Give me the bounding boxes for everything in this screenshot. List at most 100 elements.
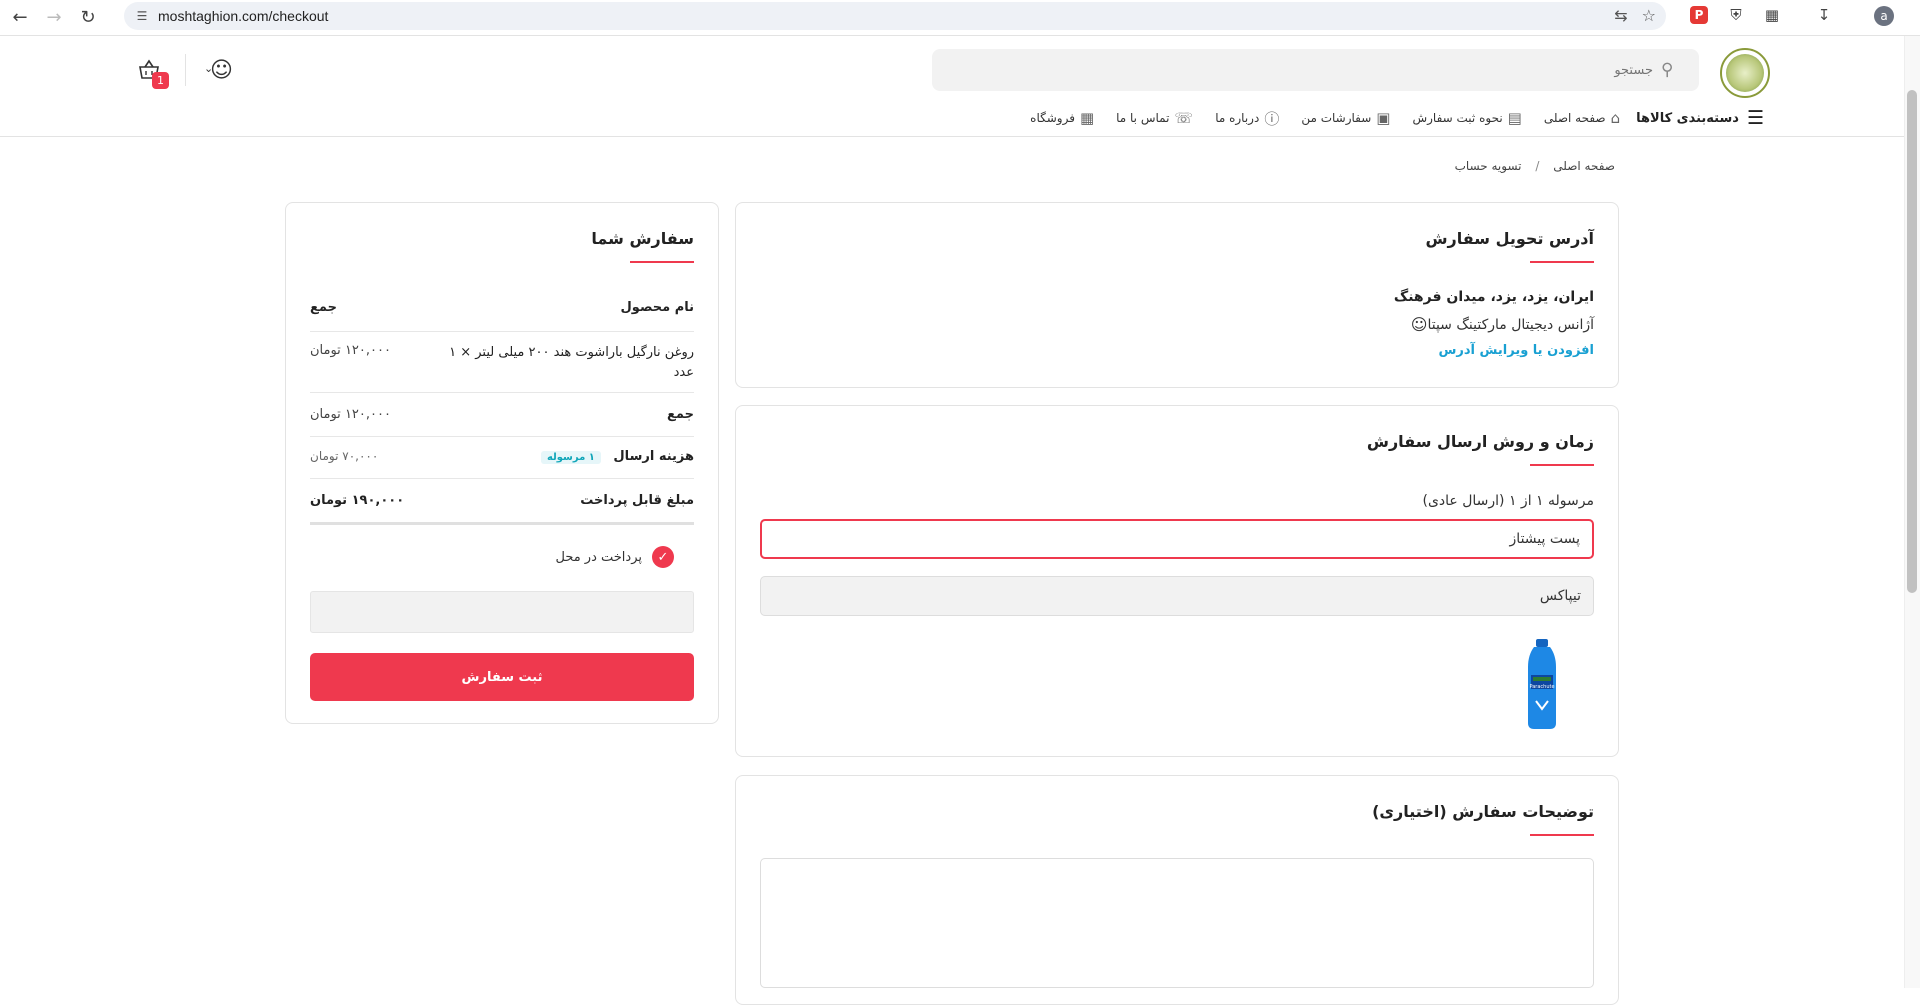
hamburger-icon: ☰: [1746, 107, 1764, 129]
header-divider: [185, 54, 186, 86]
breadcrumb: صفحه اصلی / تسویه حساب: [1455, 159, 1615, 173]
menu-item-contact[interactable]: ☏ تماس با ما: [1116, 109, 1193, 127]
menu-item-label: فروشگاه: [1030, 111, 1075, 125]
shipping-cost-row: هزینه ارسال ۱ مرسوله ۷۰,۰۰۰ تومان: [310, 449, 694, 464]
cart-count-badge: 1: [152, 72, 169, 89]
shipping-cost-label-group: هزینه ارسال ۱ مرسوله: [540, 449, 694, 464]
bookmark-star-icon[interactable]: ☆: [1642, 6, 1656, 25]
recipient-name: آژانس دیجیتال مارکتینگ سپتا: [1427, 316, 1594, 333]
scrollbar-thumb[interactable]: [1907, 90, 1917, 593]
menu-item-label: صفحه اصلی: [1543, 111, 1606, 125]
url-text[interactable]: moshtaghion.com/checkout: [158, 8, 328, 24]
title-underline: [1530, 261, 1594, 263]
shipping-cost-label: هزینه ارسال: [613, 449, 694, 464]
payment-method-label: پرداخت در محل: [555, 549, 642, 565]
home-icon: ⌂: [1610, 109, 1621, 127]
payment-method-option[interactable]: ✓ پرداخت در محل: [555, 546, 674, 568]
payable-value: ۱۹۰,۰۰۰ تومان: [310, 493, 405, 508]
notes-title: توضیحات سفارش (اختیاری): [1372, 802, 1594, 821]
forward-icon[interactable]: →: [40, 4, 68, 32]
shop-icon: ▦: [1079, 109, 1095, 127]
address-title: آدرس تحویل سفارش: [1425, 229, 1594, 248]
subtotal-value: ۱۲۰,۰۰۰ تومان: [310, 407, 391, 422]
address-card: آدرس تحویل سفارش ایران، یزد، یزد، میدان …: [735, 202, 1619, 388]
notes-card: توضیحات سفارش (اختیاری): [735, 775, 1619, 1005]
col-product: نام محصول: [620, 300, 694, 315]
product-name[interactable]: روغن نارگیل باراشوت هند ۲۰۰ میلی لیتر × …: [434, 343, 694, 383]
user-icon[interactable]: ☺: [210, 58, 233, 83]
title-underline: [1530, 834, 1594, 836]
shipping-option-express-post[interactable]: پست پیشتاز: [760, 519, 1594, 559]
info-icon: ⓘ: [1264, 109, 1280, 128]
product-thumbnail: Parachute: [1524, 639, 1560, 729]
extension-red-icon[interactable]: P: [1690, 6, 1708, 24]
breadcrumb-separator: /: [1535, 159, 1540, 173]
shipment-subtitle: مرسوله ۱ از ۱ (ارسال عادی): [1422, 493, 1594, 509]
main-menu: ☰ دسته‌بندی کالاها ⌂ صفحه اصلی ▤ نحوه ثب…: [1008, 107, 1764, 129]
search-icon[interactable]: ⚲: [1661, 61, 1679, 79]
col-total: جمع: [310, 300, 337, 315]
product-price: ۱۲۰,۰۰۰ تومان: [310, 343, 391, 358]
box-icon: ▣: [1376, 109, 1391, 127]
user-icon: ☺: [1410, 315, 1428, 334]
title-underline: [1530, 464, 1594, 466]
site-logo[interactable]: [1720, 48, 1770, 98]
menu-item-label: تماس با ما: [1116, 111, 1170, 125]
row-divider: [310, 392, 694, 393]
reload-icon[interactable]: ↻: [74, 4, 102, 32]
menu-item-home[interactable]: ⌂ صفحه اصلی: [1544, 109, 1620, 127]
summary-title: سفارش شما: [591, 229, 694, 248]
summary-header-row: نام محصول جمع: [310, 300, 694, 315]
menu-item-shop[interactable]: ▦ فروشگاه: [1030, 109, 1094, 127]
search-box[interactable]: ⚲: [932, 49, 1699, 91]
shipping-card: زمان و روش ارسال سفارش مرسوله ۱ از ۱ (ار…: [735, 405, 1619, 757]
product-brand-label: Parachute: [1529, 684, 1554, 690]
row-divider: [310, 478, 694, 479]
subtotal-row: جمع ۱۲۰,۰۰۰ تومان: [310, 407, 694, 422]
subtotal-label: جمع: [667, 407, 694, 422]
search-input[interactable]: [953, 62, 1653, 78]
address-line: ایران، یزد، یزد، میدان فرهنگ: [1393, 289, 1594, 305]
breadcrumb-home[interactable]: صفحه اصلی: [1553, 159, 1615, 173]
chevron-down-icon[interactable]: ⌄: [204, 62, 213, 75]
breadcrumb-current: تسویه حساب: [1454, 159, 1522, 173]
row-divider: [310, 436, 694, 437]
address-bar[interactable]: ☰ moshtaghion.com/checkout ⇆ ☆: [124, 2, 1666, 30]
translate-icon[interactable]: ⇆: [1614, 6, 1627, 25]
page-scrollbar[interactable]: [1904, 36, 1920, 988]
browser-toolbar: ← → ↻ ☰ moshtaghion.com/checkout ⇆ ☆ P ⛨…: [0, 0, 1920, 36]
shipping-option-tipax[interactable]: تیپاکس: [760, 576, 1594, 616]
site-info-icon[interactable]: ☰: [134, 8, 150, 24]
extensions-puzzle-icon[interactable]: ▦: [1761, 4, 1783, 26]
header-bottom-border: [0, 136, 1904, 137]
title-underline: [630, 261, 694, 263]
menu-item-about[interactable]: ⓘ درباره ما: [1215, 108, 1279, 129]
shipping-cost-value: ۷۰,۰۰۰ تومان: [310, 449, 379, 463]
menu-item-label: نحوه ثبت سفارش: [1412, 111, 1503, 125]
menu-categories[interactable]: ☰ دسته‌بندی کالاها: [1636, 107, 1764, 129]
back-icon[interactable]: ←: [6, 4, 34, 32]
address-recipient: ☺ آژانس دیجیتال مارکتینگ سپتا: [1405, 315, 1594, 334]
edit-address-link[interactable]: افزودن یا ویرایش آدرس: [1438, 343, 1594, 358]
shipment-count-badge: ۱ مرسوله: [540, 451, 601, 464]
product-row: روغن نارگیل باراشوت هند ۲۰۰ میلی لیتر × …: [310, 343, 694, 383]
order-summary-card: سفارش شما نام محصول جمع روغن نارگیل بارا…: [285, 202, 719, 724]
payable-row: مبلغ قابل پرداخت ۱۹۰,۰۰۰ تومان: [310, 493, 694, 508]
order-notes-textarea[interactable]: [760, 858, 1594, 988]
row-divider: [310, 331, 694, 332]
phone-icon: ☏: [1174, 109, 1194, 127]
payment-info-box: [310, 591, 694, 633]
menu-item-label: درباره ما: [1215, 111, 1260, 125]
shipping-title: زمان و روش ارسال سفارش: [1366, 432, 1594, 451]
profile-avatar[interactable]: a: [1874, 6, 1894, 26]
shield-extension-icon[interactable]: ⛨: [1725, 4, 1747, 26]
download-icon[interactable]: ↧: [1813, 4, 1835, 26]
menu-categories-label: دسته‌بندی کالاها: [1636, 110, 1739, 126]
submit-order-button[interactable]: ثبت سفارش: [310, 653, 694, 701]
check-icon[interactable]: ✓: [652, 546, 674, 568]
menu-item-my-orders[interactable]: ▣ سفارشات من: [1301, 109, 1390, 127]
menu-item-how-to-order[interactable]: ▤ نحوه ثبت سفارش: [1412, 109, 1521, 127]
menu-item-label: سفارشات من: [1301, 111, 1372, 125]
summary-thick-divider: [310, 522, 694, 525]
payable-label: مبلغ قابل پرداخت: [580, 493, 694, 508]
